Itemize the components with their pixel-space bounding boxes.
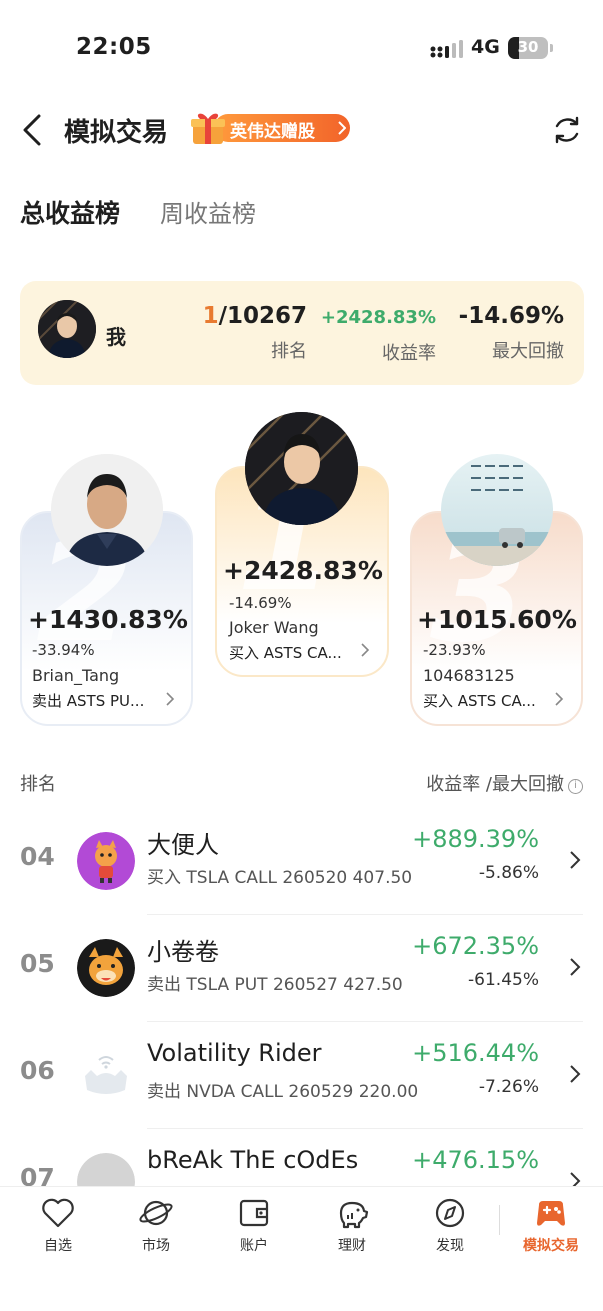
rank-total: /10267 bbox=[218, 303, 307, 329]
battery-icon: 30 bbox=[508, 37, 553, 59]
nav-paper-trading[interactable]: 模拟交易 bbox=[511, 1197, 591, 1255]
chevron-right-icon bbox=[166, 692, 175, 706]
return-value: +2428.83% bbox=[320, 307, 436, 328]
trader-name: 大便人 bbox=[147, 831, 219, 859]
trade-summary: 买入 TSLA CALL 260520 407.50 bbox=[147, 868, 413, 888]
nav-account[interactable]: 账户 bbox=[214, 1197, 294, 1255]
rank-number: 04 bbox=[20, 842, 55, 871]
status-bar: 22:05 4G 30 bbox=[0, 0, 603, 90]
return-value: +476.15% bbox=[412, 1146, 539, 1174]
avatar bbox=[77, 1046, 135, 1104]
info-icon[interactable]: i bbox=[568, 779, 583, 794]
heart-icon bbox=[42, 1198, 74, 1228]
chevron-right-icon bbox=[555, 692, 564, 706]
return-label: 收益率 bbox=[382, 343, 436, 364]
gamepad-icon bbox=[537, 1201, 565, 1226]
rank-number: 05 bbox=[20, 949, 55, 978]
my-rank-card[interactable]: 我 1/10267 排名 +2428.83% 收益率 -14.69% 最大回撤 bbox=[20, 281, 584, 385]
chevron-right-icon bbox=[338, 121, 346, 135]
nav-discover[interactable]: 发现 bbox=[410, 1197, 490, 1255]
nav-label: 市场 bbox=[142, 1238, 170, 1254]
trade-summary: 卖出 TSLA PUT 260527 427.50 bbox=[147, 975, 403, 995]
wallet-icon bbox=[239, 1199, 269, 1227]
leaderboard-tabs: 总收益榜 周收益榜 bbox=[20, 190, 420, 240]
podium-return: +1015.60% bbox=[417, 605, 577, 634]
back-arrow-icon[interactable] bbox=[18, 112, 48, 148]
nav-wealth[interactable]: 理财 bbox=[312, 1197, 392, 1255]
avatar bbox=[51, 454, 163, 566]
podium-drawdown: -33.94% bbox=[32, 641, 95, 659]
chevron-right-icon bbox=[570, 851, 581, 869]
compass-icon bbox=[435, 1198, 465, 1228]
podium-return: +2428.83% bbox=[223, 556, 383, 585]
podium-name: 104683125 bbox=[423, 666, 515, 685]
podium-return: +1430.83% bbox=[28, 605, 188, 634]
nav-label: 账户 bbox=[240, 1238, 268, 1254]
avatar bbox=[245, 412, 358, 525]
return-value: +672.35% bbox=[412, 932, 539, 960]
header: 模拟交易 英伟达赠股 bbox=[0, 100, 603, 160]
podium-drawdown: -14.69% bbox=[229, 594, 292, 612]
my-name: 我 bbox=[106, 325, 126, 349]
promo-banner[interactable]: 英伟达赠股 bbox=[190, 110, 352, 146]
return-column-label: 收益率 /最大回撤 i bbox=[426, 770, 583, 796]
rank-column-label: 排名 bbox=[20, 774, 56, 795]
gift-icon bbox=[191, 113, 225, 144]
nav-watchlist[interactable]: 自选 bbox=[18, 1197, 98, 1255]
nav-market[interactable]: 市场 bbox=[116, 1197, 196, 1255]
my-drawdown: -14.69% 最大回撤 bbox=[459, 303, 564, 363]
chevron-right-icon bbox=[361, 643, 370, 657]
network-type: 4G bbox=[471, 36, 500, 58]
podium-name: Brian_Tang bbox=[32, 666, 120, 685]
trader-name: bReAk ThE cOdEs bbox=[147, 1146, 359, 1174]
bottom-nav: 自选 市场 账户 理财 发现 模拟交易 bbox=[0, 1186, 603, 1311]
trade-summary: 卖出 NVDA CALL 260529 220.00 bbox=[147, 1082, 419, 1102]
avatar bbox=[38, 300, 96, 358]
trader-name: 小卷卷 bbox=[147, 938, 219, 966]
list-item[interactable]: 04 大便人 买入 TSLA CALL 260520 407.50 +889.3… bbox=[0, 808, 603, 915]
chevron-right-icon bbox=[570, 1065, 581, 1083]
podium-drawdown: -23.93% bbox=[423, 641, 486, 659]
list-header: 排名 收益率 /最大回撤 i bbox=[20, 770, 583, 800]
refresh-icon[interactable] bbox=[551, 114, 583, 146]
avatar bbox=[441, 454, 553, 566]
rank-current: 1 bbox=[202, 303, 219, 329]
nav-label: 自选 bbox=[44, 1238, 72, 1254]
list-item[interactable]: 05 小卷卷 卖出 TSLA PUT 260527 427.50 +672.35… bbox=[0, 915, 603, 1022]
rank-label: 排名 bbox=[271, 341, 307, 362]
trader-name: Volatility Rider bbox=[147, 1039, 322, 1067]
page-title: 模拟交易 bbox=[64, 118, 169, 148]
planet-icon bbox=[139, 1200, 173, 1226]
my-rank: 1/10267 排名 bbox=[203, 303, 307, 363]
return-value: +516.44% bbox=[412, 1039, 539, 1067]
piggy-bank-icon bbox=[339, 1201, 369, 1229]
signal-icon bbox=[430, 40, 463, 58]
return-value: +889.39% bbox=[412, 825, 539, 853]
tab-weekly-return[interactable]: 周收益榜 bbox=[160, 194, 256, 229]
podium-trade: 买入 ASTS CA... bbox=[229, 644, 342, 662]
my-return: +2428.83% 收益率 bbox=[321, 303, 436, 365]
drawdown-value: -14.69% bbox=[458, 303, 564, 329]
status-time: 22:05 bbox=[76, 34, 152, 60]
nav-label: 理财 bbox=[338, 1238, 366, 1254]
list-item[interactable]: 06 Volatility Rider 卖出 NVDA CALL 260529 … bbox=[0, 1022, 603, 1129]
chevron-right-icon bbox=[570, 958, 581, 976]
drawdown-value: -61.45% bbox=[468, 970, 539, 990]
nav-label: 发现 bbox=[436, 1238, 464, 1254]
promo-label: 英伟达赠股 bbox=[214, 114, 350, 142]
avatar bbox=[77, 832, 135, 890]
drawdown-value: -5.86% bbox=[478, 863, 539, 883]
podium-trade: 卖出 ASTS PU... bbox=[32, 692, 145, 710]
podium-name: Joker Wang bbox=[229, 618, 319, 637]
nav-label: 模拟交易 bbox=[523, 1238, 579, 1254]
rank-number: 06 bbox=[20, 1056, 55, 1085]
podium-trade: 买入 ASTS CA... bbox=[423, 692, 536, 710]
avatar bbox=[77, 939, 135, 997]
drawdown-value: -7.26% bbox=[478, 1077, 539, 1097]
tab-total-return[interactable]: 总收益榜 bbox=[20, 194, 120, 230]
drawdown-label: 最大回撤 bbox=[492, 341, 564, 362]
battery-level: 30 bbox=[517, 38, 539, 56]
